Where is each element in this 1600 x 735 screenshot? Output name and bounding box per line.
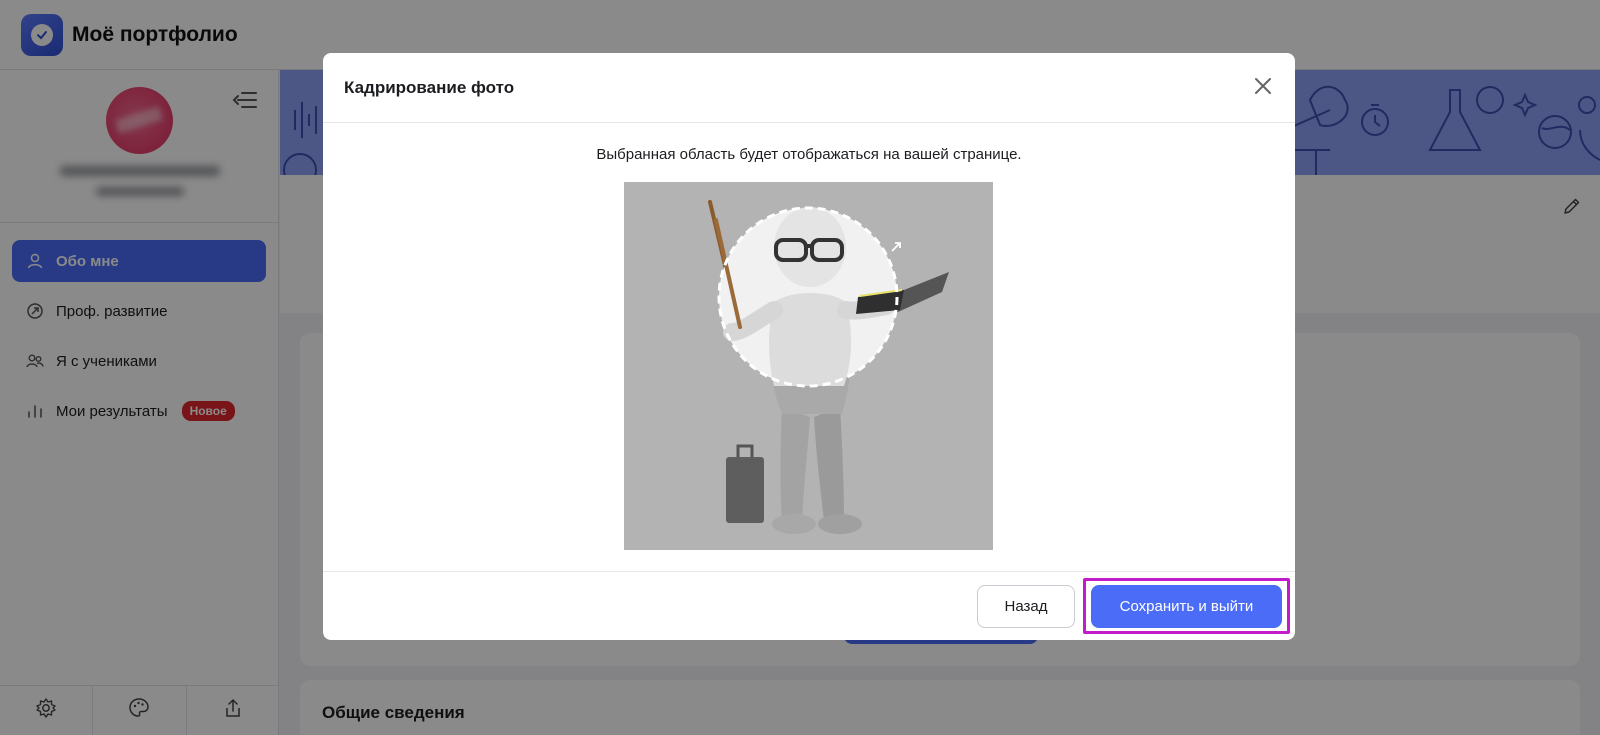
close-icon [1254, 77, 1272, 100]
crop-photo-dialog: Кадрирование фото Выбранная область буде… [323, 53, 1295, 640]
resize-handle-icon[interactable] [889, 240, 903, 254]
save-and-exit-button[interactable]: Сохранить и выйти [1091, 585, 1282, 628]
dialog-title: Кадрирование фото [344, 77, 515, 97]
back-button[interactable]: Назад [977, 585, 1075, 628]
dialog-header: Кадрирование фото [323, 53, 1295, 123]
crop-area[interactable] [624, 182, 993, 550]
teacher-figure-image [708, 200, 949, 534]
crop-hint-text: Выбранная область будет отображаться на … [596, 146, 1022, 163]
close-button[interactable] [1252, 77, 1274, 99]
